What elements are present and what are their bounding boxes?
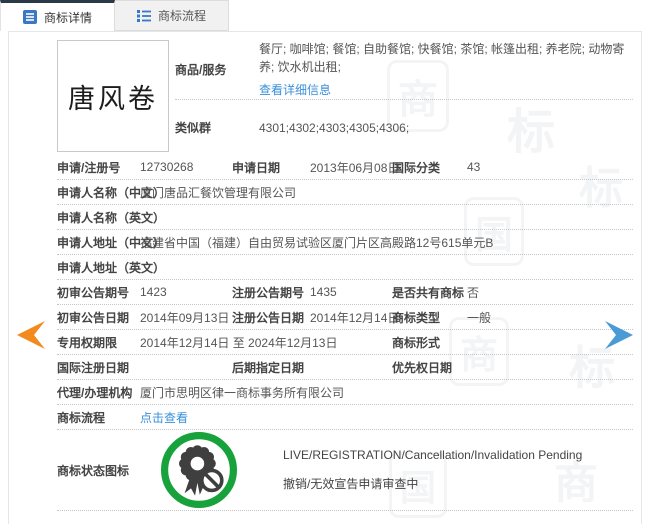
field-value: 1435 [310, 285, 392, 299]
status-text: LIVE/REGISTRATION/Cancellation/Invalidat… [283, 448, 582, 492]
field-label: 国际注册日期 [57, 359, 140, 376]
field-label: 申请/注册号 [57, 159, 140, 176]
field-label: 优先权日期 [392, 359, 467, 376]
trademark-image: 唐风卷 [57, 40, 169, 152]
goods-services-value: 餐厅; 咖啡馆; 餐馆; 自助餐馆; 快餐馆; 茶馆; 帐篷出租; 养老院; 动… [259, 40, 633, 99]
table-row: 申请人名称（中文） 厦门唐品汇餐饮管理有限公司 [57, 180, 633, 205]
field-label: 申请人名称（英文） [57, 209, 140, 226]
table-row: 初审公告期号 1423 注册公告期号 1435 是否共有商标 否 [57, 280, 633, 305]
field-value: 2013年06月08日 [310, 159, 392, 176]
table-row: 申请人地址（中文） 福建省中国（福建）自由贸易试验区厦门片区高殿路12号615单… [57, 230, 633, 255]
field-label: 申请日期 [232, 159, 310, 176]
field-label: 申请人地址（中文） [57, 234, 140, 251]
field-label: 国际分类 [392, 159, 467, 176]
tab-label: 商标详情 [44, 9, 92, 26]
top-section: 唐风卷 商品/服务 餐厅; 咖啡馆; 餐馆; 自助餐馆; 快餐馆; 茶馆; 帐篷… [57, 40, 633, 155]
document-icon [23, 10, 37, 24]
goods-services-label: 商品/服务 [175, 61, 259, 78]
field-label: 初审公告日期 [57, 309, 140, 326]
tab-bar: 商标详情 商标流程 [0, 0, 229, 31]
previous-arrow-button[interactable] [13, 319, 46, 351]
status-line-en: LIVE/REGISTRATION/Cancellation/Invalidat… [283, 448, 582, 462]
goods-services-row: 商品/服务 餐厅; 咖啡馆; 餐馆; 自助餐馆; 快餐馆; 茶馆; 帐篷出租; … [175, 40, 633, 100]
table-row: 申请人名称（英文） [57, 205, 633, 230]
field-value: 43 [467, 160, 633, 174]
goods-services-block: 商品/服务 餐厅; 咖啡馆; 餐馆; 自助餐馆; 快餐馆; 茶馆; 帐篷出租; … [175, 40, 633, 155]
detail-table: 申请/注册号 12730268 申请日期 2013年06月08日 国际分类 43… [57, 155, 633, 511]
field-label: 商标形式 [392, 334, 467, 351]
next-arrow-button[interactable] [604, 319, 637, 351]
trademark-status-row: 商标状态图标 [57, 430, 633, 511]
field-label: 商标流程 [57, 409, 140, 426]
table-row: 代理/办理机构 厦门市思明区律一商标事务所有限公司 [57, 380, 633, 405]
table-row: 专用权期限 2014年12月14日 至 2024年12月13日 商标形式 [57, 330, 633, 355]
field-label: 代理/办理机构 [57, 384, 140, 401]
field-label: 初审公告期号 [57, 284, 140, 301]
list-icon [137, 9, 151, 23]
click-to-view-link[interactable]: 点击查看 [140, 409, 188, 426]
field-label: 注册公告期号 [232, 284, 310, 301]
similar-group-label: 类似群 [175, 119, 259, 136]
trademark-status-badge-icon [159, 430, 239, 510]
table-row: 初审公告日期 2014年09月13日 注册公告日期 2014年12月14日 商标… [57, 305, 633, 330]
field-label: 申请人地址（英文） [57, 259, 140, 276]
table-row: 商标流程 点击查看 [57, 405, 633, 430]
goods-services-list: 餐厅; 咖啡馆; 餐馆; 自助餐馆; 快餐馆; 茶馆; 帐篷出租; 养老院; 动… [259, 40, 633, 76]
field-value: 2014年12月14日 [310, 309, 392, 326]
detail-content: 唐风卷 商品/服务 餐厅; 咖啡馆; 餐馆; 自助餐馆; 快餐馆; 茶馆; 帐篷… [57, 40, 633, 511]
trademark-detail-panel: 商 标 国 标 商 标 国 商 唐风卷 商品/服务 餐厅; 咖啡馆; 餐馆; 自… [8, 31, 642, 524]
field-value: 厦门唐品汇餐饮管理有限公司 [140, 184, 633, 201]
tab-trademark-details[interactable]: 商标详情 [0, 0, 115, 31]
status-label: 商标状态图标 [57, 462, 152, 479]
view-details-link[interactable]: 查看详细信息 [259, 81, 331, 99]
field-label: 是否共有商标 [392, 284, 467, 301]
similar-group-value: 4301;4302;4303;4305;4306; [259, 119, 633, 137]
tab-trademark-process[interactable]: 商标流程 [115, 0, 229, 31]
field-value: 厦门市思明区律一商标事务所有限公司 [140, 384, 633, 401]
table-row: 申请人地址（英文） [57, 255, 633, 280]
field-label: 注册公告日期 [232, 309, 310, 326]
field-value: 12730268 [140, 160, 232, 174]
field-value: 1423 [140, 285, 232, 299]
field-label: 申请人名称（中文） [57, 184, 140, 201]
table-row: 申请/注册号 12730268 申请日期 2013年06月08日 国际分类 43 [57, 155, 633, 180]
trademark-name: 唐风卷 [68, 77, 158, 116]
status-line-cn: 撤销/无效宣告申请审查中 [283, 475, 582, 492]
tab-label: 商标流程 [158, 7, 206, 24]
field-label: 后期指定日期 [232, 359, 310, 376]
field-value: 2014年09月13日 [140, 309, 232, 326]
field-value: 2014年12月14日 至 2024年12月13日 [140, 334, 392, 351]
field-label: 专用权期限 [57, 334, 140, 351]
field-label: 商标类型 [392, 309, 467, 326]
process-value: 点击查看 [140, 409, 633, 426]
field-value: 福建省中国（福建）自由贸易试验区厦门片区高殿路12号615单元B [140, 234, 633, 251]
field-value: 否 [467, 284, 633, 301]
table-row: 国际注册日期 后期指定日期 优先权日期 [57, 355, 633, 380]
similar-group-row: 类似群 4301;4302;4303;4305;4306; [175, 100, 633, 155]
